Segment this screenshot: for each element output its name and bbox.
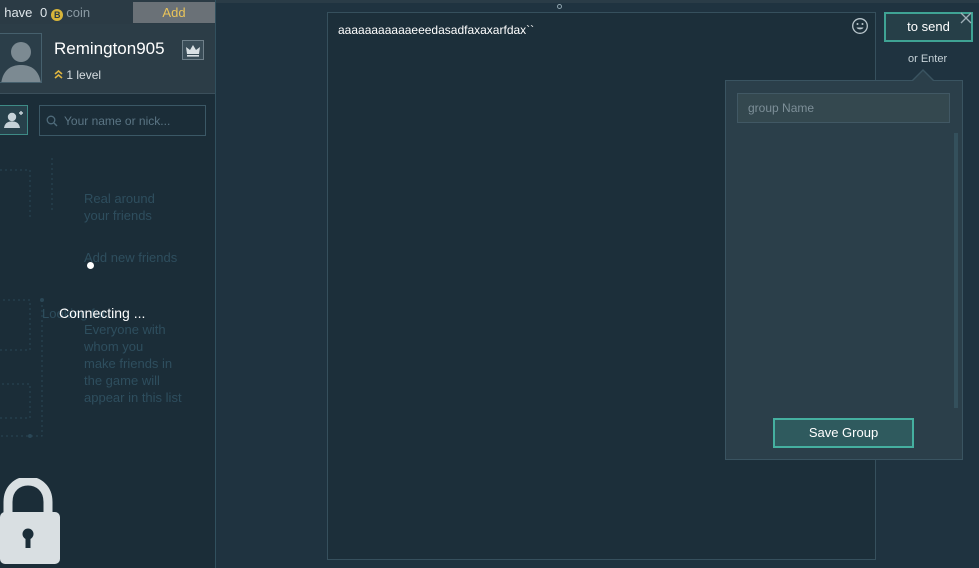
loading-spinner — [87, 262, 94, 269]
connection-status: Connecting ... — [59, 305, 146, 321]
message-input-text[interactable]: aaaaaaaaaaaeeedasadfaxaxarfdax`` — [338, 23, 534, 37]
profile-card: Remington905 1 level — [0, 24, 215, 94]
group-list-scrollbar[interactable] — [954, 133, 958, 408]
username: Remington905 — [54, 39, 165, 58]
level-indicator: 1 level — [54, 68, 101, 82]
premium-crown-button[interactable] — [182, 40, 204, 60]
search-icon — [46, 115, 58, 127]
rank-chevrons-icon — [54, 69, 63, 79]
add-friend-button[interactable] — [0, 105, 28, 135]
level-text: 1 level — [66, 68, 102, 82]
sidebar: I have 0Bcoin Add Remington905 1 level — [0, 0, 216, 568]
empty-state-line: the game will — [84, 373, 160, 388]
friends-empty-state: Real around your friends Add new friends… — [0, 150, 215, 450]
coin-bar: I have 0 Bcoin Add — [0, 0, 215, 24]
empty-state-line: your friends — [84, 208, 152, 223]
empty-state-line: make friends in — [84, 356, 173, 371]
group-name-input[interactable] — [737, 93, 950, 123]
empty-state-line: Add new friends — [84, 250, 178, 265]
send-hint: or Enter — [908, 53, 948, 65]
close-icon[interactable] — [959, 11, 973, 25]
coin-icon: B — [51, 9, 64, 21]
avatar[interactable] — [0, 33, 42, 83]
group-popover: Save Group — [725, 80, 963, 460]
connector-lines-decoration — [0, 158, 53, 438]
search-input[interactable] — [62, 110, 202, 132]
crown-icon — [186, 45, 200, 57]
empty-state-line: Everyone with — [84, 322, 166, 337]
emoji-icon[interactable] — [851, 17, 869, 35]
add-user-icon — [4, 111, 23, 128]
coin-count: 0 — [40, 5, 48, 20]
empty-state-line: whom you — [84, 339, 144, 354]
resize-handle[interactable] — [557, 4, 562, 9]
user-silhouette-icon — [1, 42, 41, 82]
popover-caret-fill — [913, 71, 933, 81]
empty-state-line: appear in this list — [84, 390, 182, 405]
coin-prefix: I have — [0, 5, 33, 20]
search-box — [39, 105, 206, 136]
add-coins-button[interactable]: Add — [133, 2, 215, 23]
save-group-button[interactable]: Save Group — [773, 418, 914, 448]
empty-state-line: Real around — [84, 191, 155, 206]
top-edge — [216, 0, 979, 3]
coin-balance: I have 0 Bcoin — [0, 5, 90, 21]
coin-word: coin — [66, 5, 91, 20]
lock-icon — [0, 478, 60, 564]
